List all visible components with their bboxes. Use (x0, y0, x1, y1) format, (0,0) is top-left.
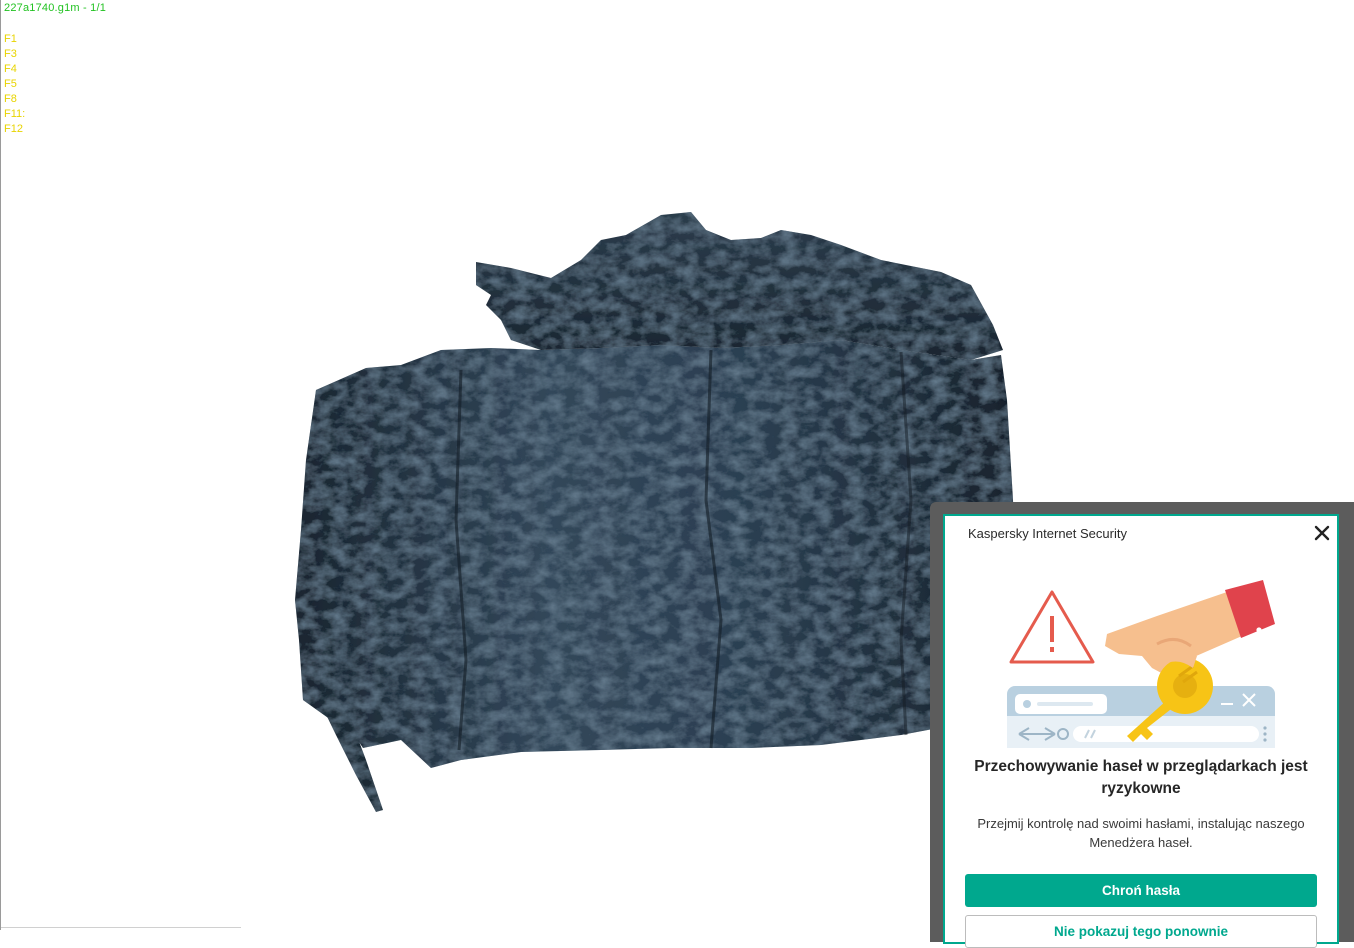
password-illustration (1007, 580, 1275, 748)
popup-app-name: Kaspersky Internet Security (968, 526, 1127, 541)
browser-window-icon (1007, 686, 1275, 748)
rock-top (476, 212, 1003, 360)
function-key-list: F1 F3 F4 F5 F8 F11: F12 (4, 32, 25, 137)
dont-show-again-button[interactable]: Nie pokazuj tego ponownie (965, 915, 1317, 948)
function-key: F11: (4, 108, 26, 120)
divider (1, 927, 241, 928)
function-key: F1 (4, 33, 17, 45)
function-key: F4 (4, 63, 17, 75)
rock-body (295, 340, 1021, 768)
function-key: F12 (4, 123, 23, 135)
protect-passwords-button[interactable]: Chroń hasła (965, 874, 1317, 907)
close-icon[interactable] (1311, 522, 1333, 544)
function-key: F5 (4, 78, 17, 90)
file-title: 227a1740.g1m - 1/1 (4, 2, 107, 14)
popup-heading: Przechowywanie haseł w przeglądarkach je… (974, 758, 1308, 797)
warning-triangle-icon (1009, 590, 1095, 664)
function-key: F3 (4, 48, 17, 60)
kaspersky-notification: Kaspersky Internet Security Przechowywan… (943, 514, 1339, 948)
popup-body-text: Przejmij kontrolę nad swoimi hasłami, in… (977, 816, 1305, 850)
rock-model[interactable] (281, 200, 1041, 820)
function-key: F8 (4, 93, 17, 105)
